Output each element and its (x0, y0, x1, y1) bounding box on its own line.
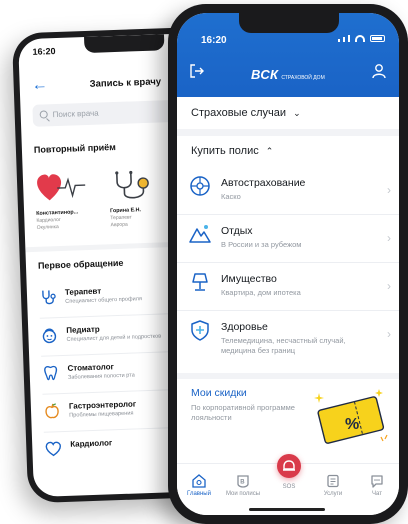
specialist-name: Гастроэнтеролог (68, 399, 137, 411)
chevron-down-icon: ⌄ (293, 108, 301, 118)
stethoscope-icon (109, 168, 170, 202)
services-icon (326, 474, 340, 488)
logo-subtitle: СТРАХОВОЙ ДОМ (281, 75, 325, 81)
policy-title: Здоровье (221, 321, 268, 333)
policy-subtitle: Квартира, дом ипотека (221, 288, 301, 297)
chevron-right-icon: › (387, 327, 391, 341)
divider (177, 373, 399, 379)
notch (239, 13, 339, 33)
search-placeholder: Поиск врача (52, 108, 99, 120)
heart-pulse-icon (35, 171, 96, 205)
signal-bar (348, 35, 350, 42)
chevron-up-icon: ⌃ (265, 146, 274, 156)
search-icon (39, 110, 48, 119)
doctor-clinic: Аврора (110, 221, 128, 229)
specialist-desc: Заболевания полости рта (67, 372, 135, 381)
chevron-right-icon: › (387, 231, 391, 245)
logo-text: ВСК (251, 67, 279, 82)
specialist-name: Терапевт (64, 286, 102, 297)
specialist-name: Педиатр (66, 324, 100, 335)
coupon-percent: % (345, 416, 359, 433)
signal-icon (338, 39, 340, 42)
policy-icon: B (236, 474, 250, 488)
system-indicators (338, 35, 385, 42)
home-icon (192, 474, 206, 488)
tab-home[interactable]: Главный (177, 474, 221, 497)
promo-screenshot: 16:20 ← Запись к врачу Поиск врача Повто… (0, 0, 408, 524)
tab-bar: Главный B Мои полисы SOS Услуги Чат (177, 454, 399, 515)
tab-services[interactable]: Услуги (311, 474, 355, 497)
tab-chat[interactable]: Чат (355, 474, 399, 497)
wheel-icon (189, 175, 211, 197)
policy-subtitle: Телемедицина, несчастный случай, медицин… (221, 336, 346, 355)
repeat-section-title: Повторный приём (33, 142, 117, 155)
back-arrow-icon[interactable]: ← (31, 76, 48, 95)
chevron-right-icon: › (387, 183, 391, 197)
tab-my-policies[interactable]: B Мои полисы (221, 474, 265, 497)
buy-policy-toggle[interactable]: Купить полис ⌃ (191, 145, 273, 157)
notch (84, 34, 165, 54)
profile-icon[interactable] (371, 63, 387, 79)
sos-icon (283, 460, 295, 471)
doctor-clinic: Окулинка (36, 224, 59, 231)
divider (177, 129, 399, 136)
buy-policy-label: Купить полис (191, 145, 259, 157)
nav-title: Запись к врачу (89, 76, 162, 90)
policy-subtitle: В России и за рубежом (221, 240, 302, 249)
shield-plus-icon (189, 319, 211, 341)
sos-button[interactable] (277, 454, 301, 478)
chevron-right-icon: › (387, 279, 391, 293)
signal-bar (343, 37, 345, 42)
coupon-illustration: % (307, 385, 391, 451)
specialist-name: Стоматолог (67, 362, 115, 373)
status-time: 16:20 (201, 35, 227, 46)
policy-subtitle: Каско (221, 192, 241, 201)
policy-item-auto[interactable]: Автострахование Каско › (177, 167, 399, 215)
tab-label: Мои полисы (225, 491, 261, 497)
discounts-subtitle: По корпоративной программе лояльности (191, 403, 295, 422)
front-phone: 16:20 ВСК СТРАХОВОЙ ДОМ Страховые случаи… (168, 4, 408, 524)
tab-label: Услуги (323, 491, 343, 497)
specialist-desc: Специалист для детей и подростков (66, 333, 162, 343)
doctor-card[interactable]: Горина Е.Н. Терапевт Аврора (109, 168, 171, 228)
first-section-title: Первое обращение (37, 257, 124, 271)
tooth-icon (41, 364, 60, 383)
insurance-cases-dropdown[interactable]: Страховые случаи ⌄ (191, 107, 301, 119)
child-face-icon (40, 326, 59, 345)
app-header: 16:20 ВСК СТРАХОВОЙ ДОМ (177, 13, 399, 97)
status-time: 16:20 (32, 46, 56, 57)
wifi-icon (355, 35, 365, 42)
apple-icon (43, 402, 62, 421)
policy-title: Автострахование (221, 177, 306, 189)
policy-title: Отдых (221, 225, 253, 237)
tab-label: Главный (187, 491, 211, 497)
discounts-link[interactable]: Мои скидки (191, 387, 247, 399)
policy-item-health[interactable]: Здоровье Телемедицина, несчастный случай… (177, 311, 399, 369)
chat-icon (370, 474, 384, 488)
specialist-name: Кардиолог (70, 438, 113, 449)
brand-logo: ВСК СТРАХОВОЙ ДОМ (251, 67, 325, 82)
heart-icon (44, 440, 63, 459)
lamp-icon (189, 271, 211, 293)
logout-icon[interactable] (189, 63, 205, 79)
policy-item-property[interactable]: Имущество Квартира, дом ипотека › (177, 263, 399, 311)
insurance-cases-label: Страховые случаи (191, 107, 287, 119)
tab-label: Чат (372, 491, 382, 497)
svg-text:B: B (240, 480, 245, 486)
front-phone-screen: 16:20 ВСК СТРАХОВОЙ ДОМ Страховые случаи… (177, 13, 399, 515)
specialist-desc: Специалист общего профиля (65, 296, 143, 305)
tab-label: SOS (282, 484, 296, 490)
policy-title: Имущество (221, 273, 277, 285)
home-indicator (249, 508, 325, 511)
specialist-desc: Проблемы пищеварения (69, 410, 134, 419)
policy-item-travel[interactable]: Отдых В России и за рубежом › (177, 215, 399, 263)
stethoscope-icon (39, 288, 58, 307)
doctor-card[interactable]: Константинор... Кардиолог Окулинка (35, 171, 97, 231)
mountain-icon (189, 223, 211, 245)
battery-icon (370, 35, 385, 42)
